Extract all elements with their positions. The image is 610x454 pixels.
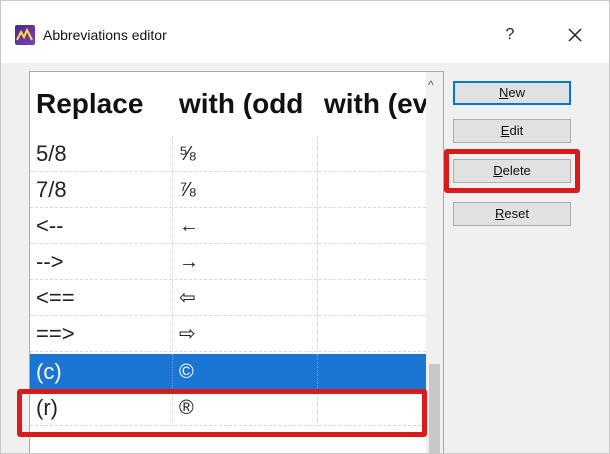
cell-replace[interactable]: <== [30,280,173,316]
cell-with-odd[interactable]: ⅞ [173,172,318,208]
column-header-with-even[interactable]: with (ev [318,72,426,136]
cell-with-odd[interactable]: © [173,354,318,390]
cell-with-even[interactable] [318,208,426,244]
title-bar: Abbreviations editor ? [1,1,609,63]
cell-with-odd[interactable]: ⇨ [173,316,318,352]
table-row[interactable]: <== ⇦ [30,280,426,316]
table-row[interactable]: --> → [30,244,426,280]
table-row[interactable]: 5/8 ⅝ [30,136,426,172]
column-header-replace[interactable]: Replace [30,72,173,136]
cell-with-even[interactable] [318,244,426,280]
table-row[interactable]: (c) © [30,354,426,390]
help-button[interactable]: ? [498,23,522,47]
cell-replace[interactable]: <-- [30,208,173,244]
table-row[interactable]: ==> ⇨ [30,316,426,352]
cell-with-odd[interactable]: ← [173,208,318,244]
cell-with-odd[interactable]: → [173,244,318,280]
cell-with-even[interactable] [318,136,426,172]
cell-replace[interactable]: 5/8 [30,136,173,172]
cell-with-odd[interactable]: ⇦ [173,280,318,316]
selected-row-highlight [17,389,427,437]
cell-with-even[interactable] [318,316,426,352]
vertical-scrollbar[interactable]: ^ [426,72,443,453]
delete-button-highlight [444,149,580,193]
table-row[interactable]: 7/8 ⅞ [30,172,426,208]
new-button[interactable]: New [453,81,571,105]
table-row[interactable]: <-- ← [30,208,426,244]
cell-replace[interactable]: 7/8 [30,172,173,208]
cell-with-even[interactable] [318,354,426,390]
cell-with-odd[interactable]: ⅝ [173,136,318,172]
scroll-up-icon[interactable]: ^ [428,78,434,92]
grid-header: Replace with (odd with (ev [30,72,426,136]
edit-button[interactable]: Edit [453,119,571,143]
close-icon [568,28,582,42]
abbreviations-editor-window: Abbreviations editor ? Replace with (odd… [0,0,610,454]
cell-with-even[interactable] [318,172,426,208]
column-header-with-odd[interactable]: with (odd [173,72,318,136]
cell-with-even[interactable] [318,280,426,316]
cell-replace[interactable]: --> [30,244,173,280]
window-title: Abbreviations editor [43,27,167,43]
scrollbar-thumb[interactable] [429,364,440,453]
cell-replace[interactable]: ==> [30,316,173,352]
cell-replace[interactable]: (c) [30,354,173,390]
app-icon [15,25,35,45]
reset-button[interactable]: Reset [453,202,571,226]
close-button[interactable] [561,21,589,49]
